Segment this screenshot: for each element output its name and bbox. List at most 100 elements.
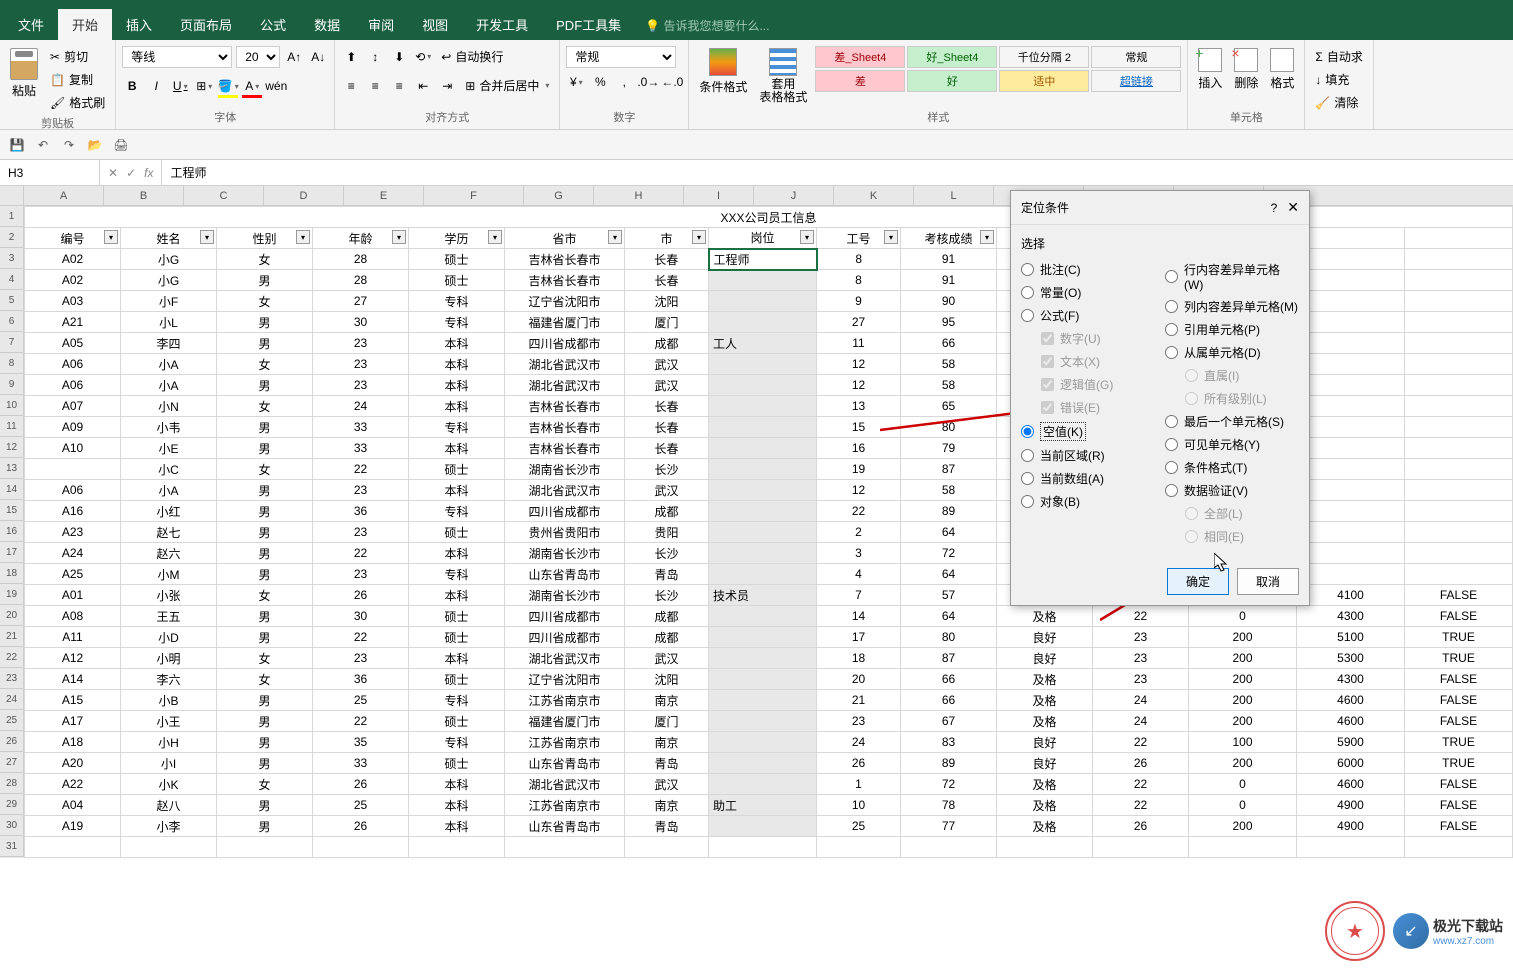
cell[interactable] xyxy=(709,480,817,501)
col-header-L[interactable]: L xyxy=(914,186,994,205)
cell[interactable] xyxy=(1405,270,1513,291)
cell[interactable]: 小I xyxy=(121,753,217,774)
filter-button[interactable]: ▾ xyxy=(104,230,118,244)
cell[interactable]: 专科 xyxy=(409,732,505,753)
cell[interactable]: 男 xyxy=(217,270,313,291)
cell[interactable]: 78 xyxy=(901,795,997,816)
cell[interactable]: 助工 xyxy=(709,795,817,816)
cell[interactable]: 南京 xyxy=(625,795,709,816)
cell[interactable]: 小K xyxy=(121,774,217,795)
cell[interactable]: 27 xyxy=(817,312,901,333)
bold-button[interactable]: B xyxy=(122,76,142,96)
cell[interactable]: 男 xyxy=(217,753,313,774)
cell[interactable]: 90 xyxy=(901,291,997,312)
cell[interactable] xyxy=(1297,501,1405,522)
row-header[interactable]: 13 xyxy=(0,458,24,479)
cell[interactable]: 24 xyxy=(1093,711,1189,732)
row-header[interactable]: 16 xyxy=(0,521,24,542)
col-header-E[interactable]: E xyxy=(344,186,424,205)
cell[interactable]: 赵七 xyxy=(121,522,217,543)
cell[interactable]: TRUE xyxy=(1405,627,1513,648)
col-header-J[interactable]: J xyxy=(754,186,834,205)
filter-button[interactable]: ▾ xyxy=(608,230,622,244)
cell[interactable]: 4900 xyxy=(1297,816,1405,837)
clear-button[interactable]: 🧹 清除 xyxy=(1311,92,1366,113)
style-link[interactable]: 超链接 xyxy=(1091,70,1181,92)
tab-dev[interactable]: 开发工具 xyxy=(462,9,542,40)
cell[interactable]: 良好 xyxy=(997,732,1093,753)
cell[interactable] xyxy=(1297,459,1405,480)
cell[interactable]: 64 xyxy=(901,606,997,627)
cell[interactable]: 33 xyxy=(313,417,409,438)
cell[interactable]: 江苏省南京市 xyxy=(505,690,625,711)
cell[interactable]: 58 xyxy=(901,480,997,501)
column-header[interactable]: 姓名▾ xyxy=(121,228,217,249)
cell[interactable]: 小王 xyxy=(121,711,217,732)
cell[interactable] xyxy=(1405,564,1513,585)
cell[interactable]: 23 xyxy=(817,711,901,732)
cell[interactable]: 长春 xyxy=(625,270,709,291)
cell[interactable]: 23 xyxy=(1093,669,1189,690)
cell[interactable]: 26 xyxy=(817,753,901,774)
cell[interactable]: A11 xyxy=(25,627,121,648)
cell[interactable]: 4100 xyxy=(1297,585,1405,606)
cell[interactable] xyxy=(997,837,1093,858)
cell[interactable]: A22 xyxy=(25,774,121,795)
cell[interactable] xyxy=(217,837,313,858)
cell[interactable]: 男 xyxy=(217,333,313,354)
cell[interactable]: 硕士 xyxy=(409,627,505,648)
cell[interactable]: A14 xyxy=(25,669,121,690)
cell[interactable]: 100 xyxy=(1189,732,1297,753)
cell[interactable]: 小G xyxy=(121,249,217,270)
row-header[interactable]: 2 xyxy=(0,227,24,248)
cell[interactable] xyxy=(1405,249,1513,270)
cell[interactable] xyxy=(625,837,709,858)
cell[interactable] xyxy=(121,837,217,858)
cell[interactable] xyxy=(901,837,997,858)
cell[interactable]: 男 xyxy=(217,795,313,816)
cell[interactable] xyxy=(1405,291,1513,312)
cell[interactable]: 男 xyxy=(217,522,313,543)
cell[interactable]: 硕士 xyxy=(409,522,505,543)
cell[interactable]: A06 xyxy=(25,375,121,396)
cell[interactable]: 小B xyxy=(121,690,217,711)
cell[interactable]: 专科 xyxy=(409,291,505,312)
col-header-A[interactable]: A xyxy=(24,186,104,205)
undo-button[interactable]: ↶ xyxy=(34,136,52,154)
cell[interactable]: 及格 xyxy=(997,606,1093,627)
col-header-K[interactable]: K xyxy=(834,186,914,205)
cell[interactable]: 女 xyxy=(217,249,313,270)
cell[interactable]: 武汉 xyxy=(625,354,709,375)
cell[interactable]: 男 xyxy=(217,816,313,837)
cell[interactable]: 男 xyxy=(217,543,313,564)
cell[interactable] xyxy=(1297,564,1405,585)
style-thousand[interactable]: 千位分隔 2 xyxy=(999,46,1089,68)
cell[interactable]: 8 xyxy=(817,249,901,270)
cell[interactable] xyxy=(1405,417,1513,438)
cell[interactable]: 女 xyxy=(217,774,313,795)
cell[interactable]: 小A xyxy=(121,480,217,501)
cell[interactable]: 硕士 xyxy=(409,669,505,690)
cell[interactable]: 湖南省长沙市 xyxy=(505,585,625,606)
cell[interactable]: 专科 xyxy=(409,417,505,438)
cell[interactable]: FALSE xyxy=(1405,816,1513,837)
cell[interactable]: 女 xyxy=(217,291,313,312)
cell[interactable] xyxy=(709,732,817,753)
cell[interactable] xyxy=(313,837,409,858)
cell[interactable]: 工人 xyxy=(709,333,817,354)
orientation-button[interactable]: ⟲▾ xyxy=(413,47,433,67)
row-header[interactable]: 19 xyxy=(0,584,24,605)
align-bottom-button[interactable]: ⬇ xyxy=(389,47,409,67)
cell[interactable]: 8 xyxy=(817,270,901,291)
cell[interactable] xyxy=(1405,543,1513,564)
cell[interactable]: 武汉 xyxy=(625,648,709,669)
cell[interactable]: 小李 xyxy=(121,816,217,837)
cell[interactable]: 武汉 xyxy=(625,480,709,501)
cell[interactable] xyxy=(817,837,901,858)
cell[interactable] xyxy=(709,837,817,858)
cell[interactable]: 女 xyxy=(217,354,313,375)
cell[interactable] xyxy=(709,438,817,459)
cell[interactable]: 89 xyxy=(901,501,997,522)
cell[interactable]: 30 xyxy=(313,312,409,333)
tell-me[interactable]: 💡 告诉我您想要什么... xyxy=(635,11,779,40)
